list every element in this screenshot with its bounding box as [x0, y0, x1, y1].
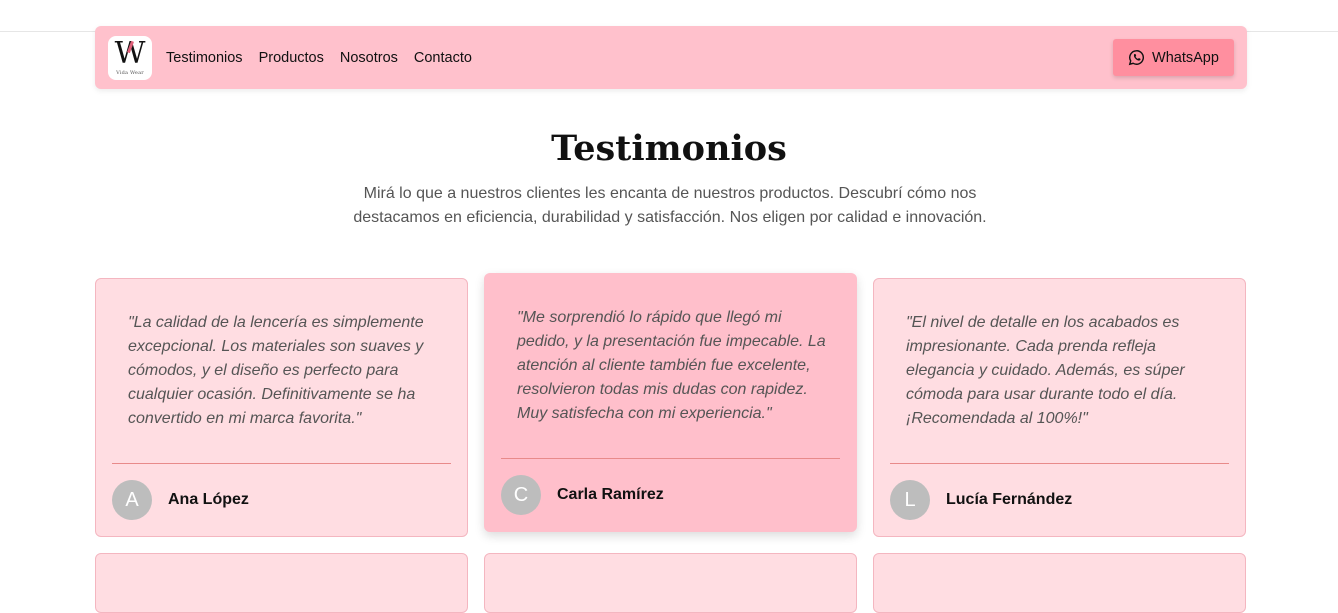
nav-link-contacto[interactable]: Contacto	[414, 50, 472, 66]
testimonial-card: "La calidad de la lencería es simplement…	[95, 278, 468, 537]
author-name: Lucía Fernández	[946, 491, 1073, 508]
card-divider	[501, 458, 840, 459]
navbar: W Vida Wear Testimonios Productos Nosotr…	[95, 26, 1247, 89]
avatar: L	[890, 480, 930, 520]
avatar: A	[112, 480, 152, 520]
testimonial-card-featured: "Me sorprendió lo rápido que llegó mi pe…	[484, 273, 857, 532]
nav-links: Testimonios Productos Nosotros Contacto	[166, 50, 472, 66]
card-divider	[112, 463, 451, 464]
whatsapp-icon	[1128, 50, 1145, 66]
card-divider	[890, 463, 1229, 464]
testimonial-card-partial	[95, 553, 468, 613]
testimonial-quote: "Me sorprendió lo rápido que llegó mi pe…	[517, 309, 826, 422]
logo-mark: W	[114, 36, 146, 71]
author-name: Carla Ramírez	[557, 486, 664, 503]
nav-link-productos[interactable]: Productos	[259, 50, 324, 66]
whatsapp-button[interactable]: WhatsApp	[1113, 39, 1234, 76]
page-subtitle: Mirá lo que a nuestros clientes les enca…	[353, 185, 987, 226]
testimonial-quote: "La calidad de la lencería es simplement…	[128, 314, 424, 427]
nav-link-testimonios[interactable]: Testimonios	[166, 50, 243, 66]
testimonial-card-partial	[873, 553, 1246, 613]
testimonial-quote: "El nivel de detalle en los acabados es …	[906, 314, 1185, 427]
author-name: Ana López	[168, 491, 249, 508]
testimonial-card: "El nivel de detalle en los acabados es …	[873, 278, 1246, 537]
whatsapp-label: WhatsApp	[1152, 49, 1219, 66]
testimonial-card-partial	[484, 553, 857, 613]
brand-logo[interactable]: W Vida Wear	[108, 35, 152, 80]
page-title: Testimonios	[551, 128, 787, 169]
avatar: C	[501, 475, 541, 515]
nav-link-nosotros[interactable]: Nosotros	[340, 50, 398, 66]
